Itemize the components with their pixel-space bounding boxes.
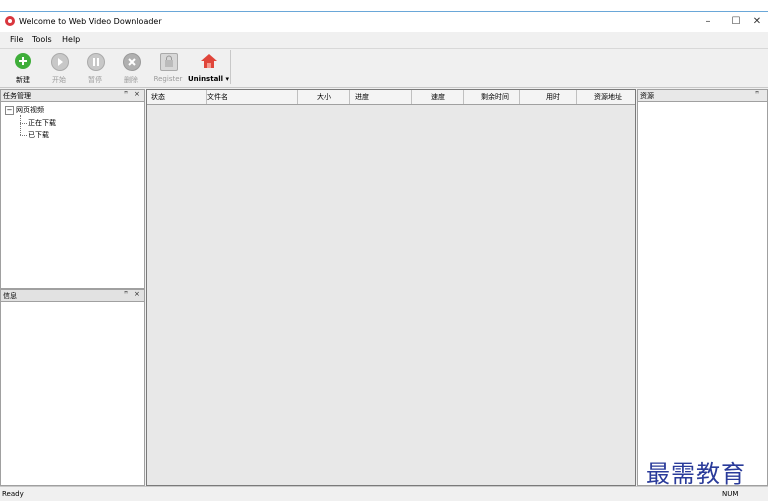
column-header-remaining[interactable]: 剩余时间 [465,90,520,104]
watermark-text: 最需教育 [646,460,746,488]
tree-collapse-toggle[interactable]: − [5,106,14,115]
tree-node-web-video[interactable]: 网页视频 [16,105,44,115]
status-text: Ready [2,490,24,498]
delete-icon [123,53,141,71]
register-label: Register [153,75,183,83]
add-icon [15,53,31,69]
register-button[interactable]: Register [150,51,186,85]
tree-connector [20,135,27,136]
menu-bar: File Tools Help [0,33,768,47]
info-panel-header: 信息 ꟸ × [1,290,144,302]
menu-file[interactable]: File [10,35,23,44]
menu-tools[interactable]: Tools [32,35,52,44]
column-header-progress[interactable]: 进度 [351,90,412,104]
tree-connector [20,123,27,124]
minimize-button[interactable]: – [697,15,719,29]
pin-icon[interactable]: ꟸ [124,90,128,98]
download-list[interactable]: 状态 文件名 大小 进度 速度 剩余时间 用时 资源地址 [146,89,636,486]
task-panel: 任务管理 ꟸ × − 网页视频 正在下载 已下载 [0,89,145,289]
tree-connector [20,115,21,135]
num-lock-indicator: NUM [722,490,739,498]
maximize-button[interactable]: ☐ [725,15,747,29]
column-header-source-url[interactable]: 资源地址 [578,90,634,104]
column-header-speed[interactable]: 速度 [408,90,464,104]
pause-label: 暂停 [88,76,102,84]
column-header-status[interactable]: 状态 [147,90,207,104]
tree-node-downloading[interactable]: 正在下载 [28,118,56,128]
start-label: 开始 [52,76,66,84]
home-icon [200,53,217,69]
uninstall-label: Uninstall ▾ [188,75,230,83]
close-icon[interactable]: × [134,90,140,98]
resource-panel: 资源 ꟸ [637,89,768,486]
menu-help[interactable]: Help [62,35,80,44]
info-panel: 信息 ꟸ × [0,289,145,486]
info-panel-title: 信息 [3,292,17,300]
new-task-label: 新建 [16,76,30,84]
pause-icon [87,53,105,71]
column-header-size[interactable]: 大小 [295,90,350,104]
close-icon[interactable]: × [134,290,140,298]
uninstall-button[interactable]: Uninstall ▾ [188,51,230,85]
play-icon [51,53,69,71]
close-button[interactable]: ✕ [746,15,768,29]
window-title: Welcome to Web Video Downloader [19,17,162,26]
column-header-elapsed[interactable]: 用时 [521,90,577,104]
tree-node-downloaded[interactable]: 已下载 [28,130,49,140]
task-panel-header: 任务管理 ꟸ × [1,90,144,102]
task-panel-title: 任务管理 [3,92,31,100]
toolbar-separator [230,50,231,84]
resource-panel-header: 资源 ꟸ [638,90,767,102]
column-header-filename[interactable]: 文件名 [203,90,298,104]
delete-button[interactable]: 删除 [114,51,148,85]
chevron-down-icon[interactable]: ▾ [226,75,230,83]
pin-icon[interactable]: ꟸ [755,90,759,98]
new-task-button[interactable]: 新建 [6,51,40,85]
start-button[interactable]: 开始 [42,51,76,85]
pin-icon[interactable]: ꟸ [124,290,128,298]
title-bar: Welcome to Web Video Downloader – ☐ ✕ [0,12,768,32]
delete-label: 删除 [124,76,138,84]
resource-panel-title: 资源 [640,92,654,100]
app-logo-icon [5,16,15,26]
window-top-edge [0,0,768,12]
pause-button[interactable]: 暂停 [78,51,112,85]
download-list-header: 状态 文件名 大小 进度 速度 剩余时间 用时 资源地址 [147,90,635,105]
register-icon [160,53,178,71]
